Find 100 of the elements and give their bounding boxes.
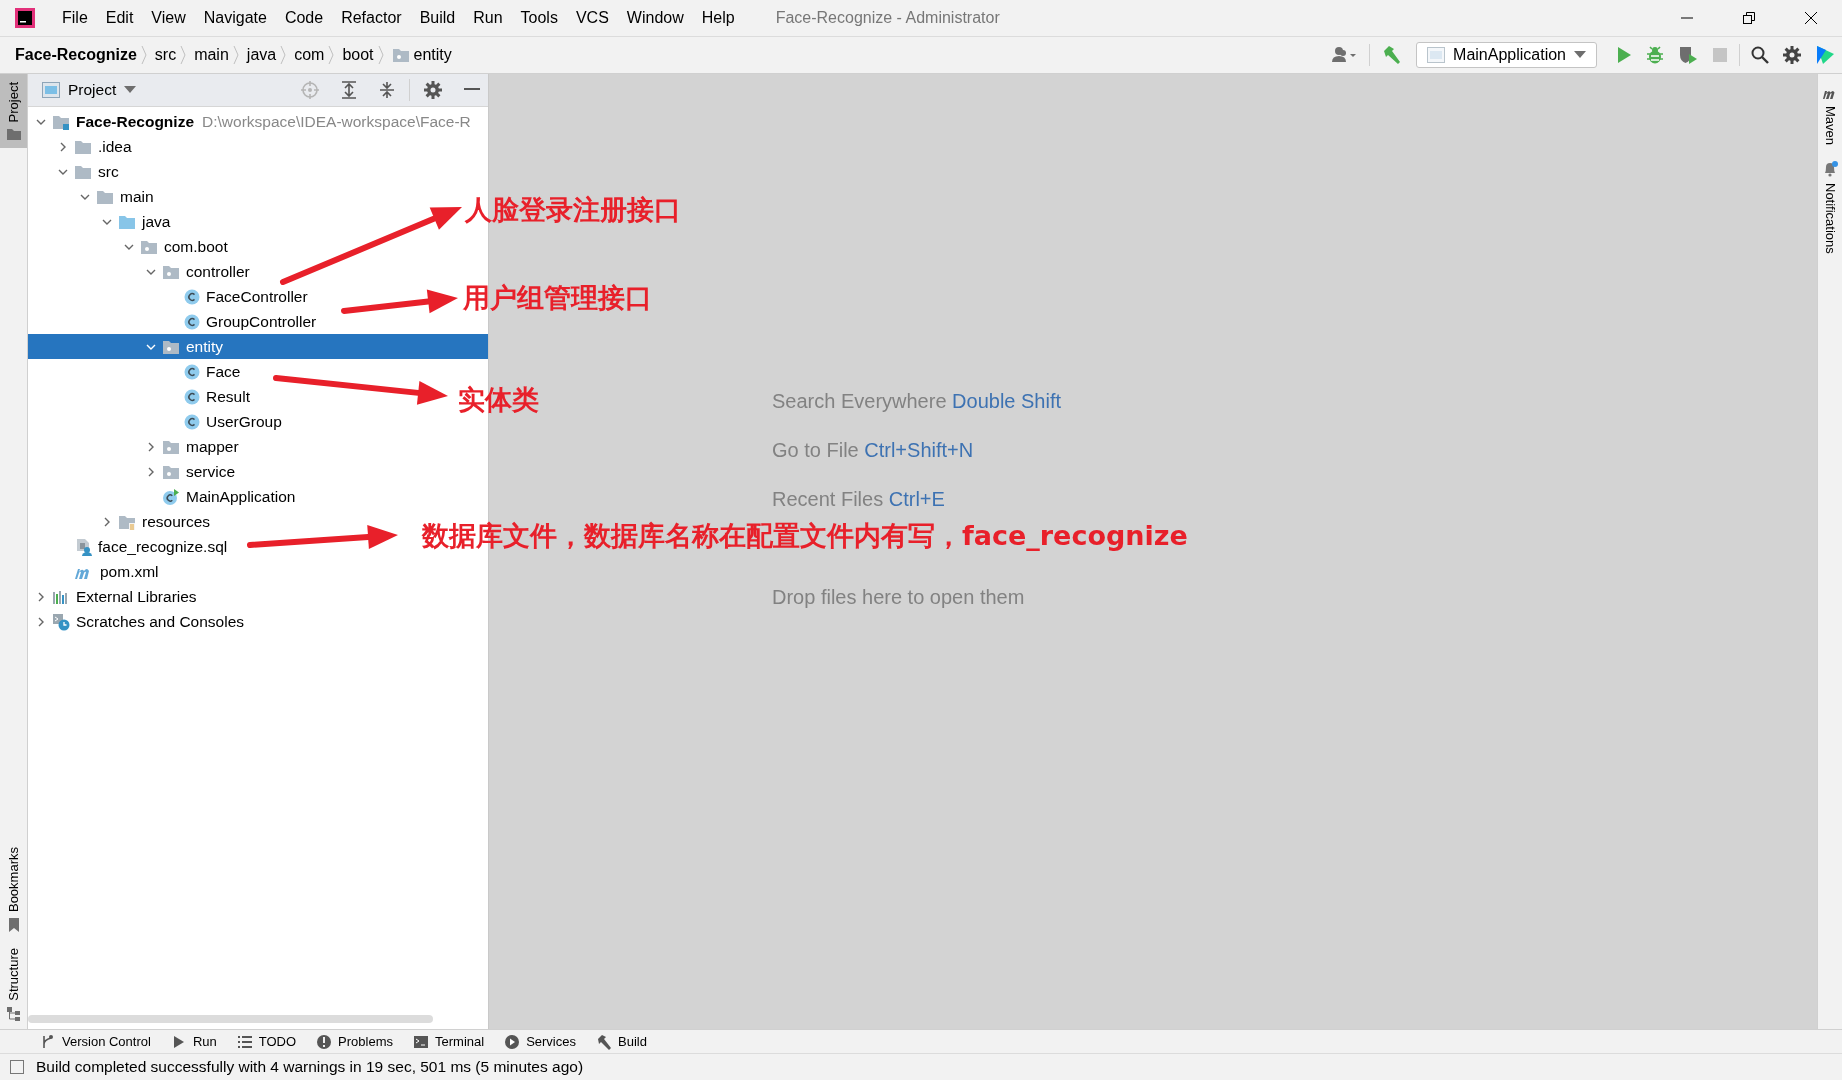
tool-window-tab[interactable]: Bookmarks	[0, 839, 27, 941]
folder-icon	[74, 138, 92, 155]
breadcrumb-item[interactable]: boot	[342, 46, 374, 64]
window-icon	[1427, 47, 1446, 63]
chevron-icon[interactable]	[102, 516, 112, 527]
tool-window-button[interactable]: TODO	[236, 1033, 297, 1050]
menu-item[interactable]: View	[142, 9, 195, 27]
window-icon	[42, 82, 60, 98]
minimize-icon[interactable]	[464, 88, 480, 92]
tree-item[interactable]: face_recognize.sql	[28, 534, 232, 559]
chevron-icon[interactable]	[36, 591, 46, 602]
menu-item[interactable]: Refactor	[332, 9, 411, 27]
menu-item[interactable]: Help	[692, 9, 744, 27]
package-folder-icon	[162, 338, 180, 355]
tool-window-tab[interactable]: Project	[0, 74, 27, 149]
settings-icon[interactable]	[424, 81, 442, 99]
collapse-all-icon[interactable]	[379, 81, 395, 99]
tree-item[interactable]: FaceController	[28, 284, 312, 309]
menu-item[interactable]: Code	[275, 9, 333, 27]
breadcrumb-item[interactable]: main	[194, 46, 229, 64]
chevron-icon[interactable]	[36, 616, 46, 627]
menu-item[interactable]: File	[53, 9, 97, 27]
user-icon[interactable]	[1332, 46, 1359, 64]
tree-item[interactable]: com.boot	[28, 234, 232, 259]
tree-item[interactable]: Scratches and Consoles	[28, 609, 248, 634]
libraries-icon	[52, 588, 70, 605]
app-logo-icon	[15, 8, 35, 28]
tool-window-tab[interactable]: Notifications	[1818, 153, 1842, 262]
status-message: Build completed successfully with 4 warnings in 19 sec, 501 ms (5 minutes ago)	[36, 1058, 584, 1076]
tree-item[interactable]: .idea	[28, 134, 136, 159]
package-folder-icon	[162, 263, 180, 280]
tree-item[interactable]: MainApplication	[28, 484, 300, 509]
tool-window-button[interactable]: Run	[170, 1033, 217, 1050]
caret-icon	[124, 86, 137, 94]
tool-window-button[interactable]: Problems	[316, 1033, 393, 1050]
chevron-icon[interactable]	[58, 141, 68, 152]
tree-item[interactable]: Face-Recognize D:\workspace\IDEA-workspace\Face-R	[28, 109, 475, 134]
tree-item[interactable]: UserGroup	[28, 409, 286, 434]
folder-icon	[118, 213, 136, 230]
breadcrumb-item[interactable]: com	[294, 46, 325, 64]
package-folder-icon	[391, 47, 410, 63]
structure-icon	[6, 1007, 21, 1021]
bookmark-icon	[7, 918, 20, 933]
class-icon	[162, 488, 180, 505]
tree-item[interactable]: controller	[28, 259, 254, 284]
menu-item[interactable]: Edit	[96, 9, 143, 27]
menu-item[interactable]: Build	[410, 9, 465, 27]
settings-icon[interactable]	[1783, 46, 1801, 64]
tree-item[interactable]: Face	[28, 359, 245, 384]
branch-icon	[40, 1033, 56, 1050]
tree-item[interactable]: entity	[28, 334, 488, 359]
tool-window-button[interactable]: Version Control	[40, 1033, 151, 1050]
tool-window-button[interactable]: Services	[504, 1033, 576, 1050]
annotation-text: 人脸登录注册接口	[465, 194, 681, 226]
tree-item[interactable]: pom.xml	[28, 559, 163, 584]
tree-item[interactable]: src	[28, 159, 123, 184]
scrollbar[interactable]	[28, 1015, 433, 1023]
search-icon[interactable]	[1751, 46, 1769, 64]
tool-window-tab[interactable]: Structure	[0, 940, 27, 1029]
tree-item[interactable]: service	[28, 459, 240, 484]
tree-item[interactable]: java	[28, 209, 175, 234]
package-folder-icon	[162, 438, 180, 455]
annotation-text: 用户组管理接口	[463, 282, 652, 314]
package-folder-icon	[140, 238, 158, 255]
breadcrumb-item[interactable]: src	[154, 46, 177, 64]
view-selector[interactable]: Project	[42, 81, 137, 99]
expand-all-icon[interactable]	[341, 81, 357, 99]
plugin-logo-icon[interactable]	[1815, 45, 1835, 65]
tree-item[interactable]: GroupController	[28, 309, 321, 334]
tree-item[interactable]: External Libraries	[28, 584, 201, 609]
tree-item[interactable]: Result	[28, 384, 254, 409]
resources-folder-icon	[118, 513, 136, 530]
menu-item[interactable]: Run	[464, 9, 512, 27]
menu-item[interactable]: Tools	[511, 9, 567, 27]
folder-icon	[74, 163, 92, 180]
menu-item[interactable]: VCS	[566, 9, 618, 27]
close-icon	[1805, 12, 1817, 24]
tool-window-tab[interactable]: Maven	[1818, 80, 1842, 154]
bell-icon	[1822, 161, 1838, 178]
breadcrumb-item[interactable]: entity	[413, 46, 452, 64]
menu-item[interactable]: Navigate	[194, 9, 276, 27]
database-file-icon	[74, 537, 92, 556]
breadcrumb-item[interactable]: java	[246, 46, 277, 64]
tool-window-button[interactable]: Build	[596, 1033, 647, 1050]
tree-item[interactable]: resources	[28, 509, 215, 534]
tool-window-button[interactable]: Terminal	[413, 1033, 485, 1050]
chevron-icon[interactable]	[146, 441, 156, 452]
panel-toggle-icon[interactable]	[10, 1060, 24, 1074]
tree-item[interactable]: main	[28, 184, 158, 209]
breadcrumb-item[interactable]: Face-Recognize	[15, 46, 137, 64]
shortcut-text: Double Shift	[952, 390, 1062, 412]
tree-item[interactable]: mapper	[28, 434, 243, 459]
list-icon	[236, 1033, 253, 1050]
run-configuration-dropdown[interactable]: MainApplication	[1416, 42, 1597, 68]
folder-icon	[6, 128, 21, 141]
hint-text: Drop files here to open them	[772, 586, 1025, 608]
menu-item[interactable]: Window	[617, 9, 693, 27]
breadcrumb-separator-icon	[377, 45, 384, 65]
chevron-icon[interactable]	[146, 466, 156, 477]
shield-run-icon[interactable]	[1678, 45, 1698, 65]
